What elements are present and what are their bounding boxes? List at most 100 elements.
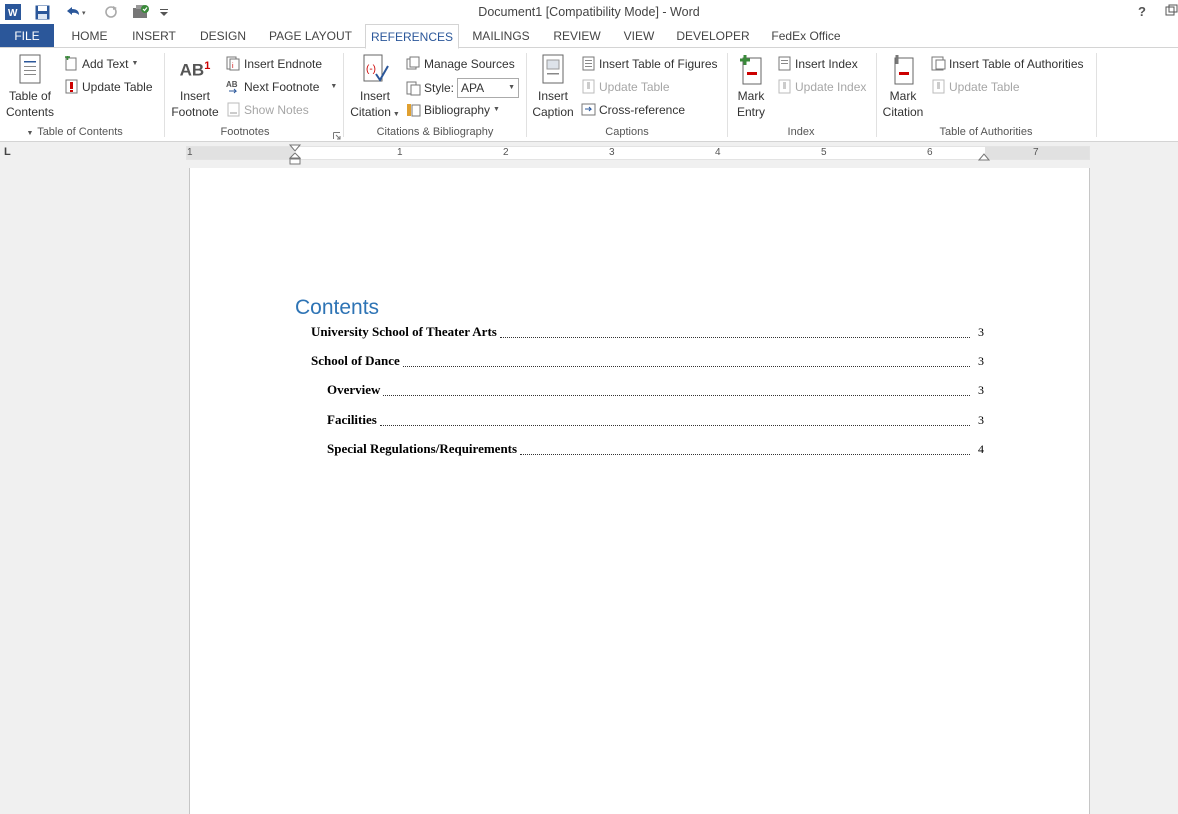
group-label-footnotes: Footnotes [220, 126, 270, 138]
table-of-contents-icon [19, 54, 41, 84]
tab-selector[interactable]: L [4, 146, 11, 158]
bibliography-icon [407, 104, 421, 117]
document-page[interactable]: Contents University School of Theater Ar… [189, 168, 1090, 814]
group-label-captions: Captions [605, 126, 649, 138]
ruler-number: 2 [503, 147, 509, 158]
footnotes-dialog-launcher-icon[interactable] [333, 129, 341, 143]
tab-review[interactable]: REVIEW [547, 24, 607, 48]
indent-marker-icon[interactable] [288, 144, 302, 169]
update-table-authorities-button[interactable]: Update Table [931, 79, 1020, 94]
bibliography-button[interactable]: Bibliography ▼ [406, 102, 500, 117]
update-table-button[interactable]: Update Table [64, 79, 153, 94]
insert-table-of-figures-icon [582, 56, 595, 71]
group-separator [164, 53, 165, 137]
mark-entry-button[interactable]: Mark Entry [731, 54, 771, 120]
show-notes-label: Show Notes [244, 102, 309, 117]
ruler-left-margin [187, 147, 294, 159]
insert-index-label: Insert Index [795, 56, 858, 71]
insert-table-of-authorities-button[interactable]: Insert Table of Authorities [931, 56, 1084, 71]
group-separator [1096, 53, 1097, 137]
tab-references[interactable]: REFERENCES [365, 24, 459, 49]
toc-entry[interactable]: School of Dance 3 [311, 353, 984, 369]
update-table-figures-button[interactable]: Update Table [581, 79, 670, 94]
style-icon [406, 81, 421, 95]
insert-footnote-icon: AB1 [179, 60, 211, 80]
add-text-button[interactable]: Add Text ▼ [64, 56, 138, 71]
insert-citation-line2: Citation [350, 105, 391, 119]
insert-table-of-figures-label: Insert Table of Figures [599, 56, 718, 71]
insert-footnote-button[interactable]: AB1 Insert Footnote [169, 58, 221, 120]
mark-entry-icon [740, 55, 762, 85]
mark-citation-line1: Mark [889, 89, 917, 103]
toc-label-line2: Contents [5, 105, 55, 119]
right-indent-marker-icon[interactable] [977, 150, 991, 164]
group-separator [526, 53, 527, 137]
tab-design[interactable]: DESIGN [192, 24, 254, 48]
tab-mailings[interactable]: MAILINGS [466, 24, 536, 48]
toc-leader [402, 355, 970, 367]
group-label-citations: Citations & Bibliography [376, 126, 494, 138]
insert-caption-icon [542, 54, 564, 84]
restore-icon[interactable] [1165, 4, 1178, 20]
update-table-icon [65, 79, 78, 94]
ruler-number: 3 [609, 147, 615, 158]
insert-caption-line1: Insert [537, 89, 568, 103]
bibliography-label: Bibliography [424, 102, 491, 117]
style-control: Style: APA ▼ [406, 78, 520, 98]
insert-endnote-button[interactable]: i Insert Endnote [226, 56, 322, 71]
mark-citation-button[interactable]: Mark Citation [880, 54, 926, 120]
next-footnote-icon: AB [226, 80, 238, 94]
update-index-label: Update Index [795, 79, 867, 94]
tab-developer[interactable]: DEVELOPER [672, 24, 754, 48]
toc-entry-page: 4 [978, 442, 984, 456]
style-value: APA [461, 81, 485, 95]
toc-entry-text: School of Dance [311, 353, 400, 368]
style-dropdown[interactable]: APA ▼ [457, 78, 520, 98]
mark-citation-icon [894, 55, 914, 85]
update-table-icon [582, 79, 595, 94]
mark-entry-line1: Mark [737, 89, 765, 103]
window-title: Document1 [Compatibility Mode] - Word [478, 5, 700, 19]
manage-sources-label: Manage Sources [424, 56, 515, 71]
cross-reference-label: Cross-reference [599, 102, 686, 117]
manage-sources-button[interactable]: Manage Sources [406, 56, 515, 71]
chevron-down-icon: ▼ [508, 84, 516, 91]
tab-fedex-office[interactable]: FedEx Office [764, 24, 848, 48]
insert-caption-button[interactable]: Insert Caption [530, 54, 576, 120]
svg-text:AB: AB [226, 80, 238, 89]
toc-leader [379, 414, 970, 426]
toc-entry-text: University School of Theater Arts [311, 324, 497, 339]
toc-entry-text: Facilities [327, 412, 377, 427]
tab-file[interactable]: FILE [0, 24, 54, 48]
toc-entry-page: 3 [978, 413, 984, 427]
ruler-number: 6 [927, 147, 933, 158]
cross-reference-button[interactable]: Cross-reference [581, 102, 685, 117]
next-footnote-button[interactable]: AB Next Footnote ▼ [226, 79, 337, 94]
toc-leader [499, 326, 970, 338]
insert-citation-button[interactable]: (-) Insert Citation ▼ [347, 54, 403, 123]
group-separator [876, 53, 877, 137]
insert-table-of-figures-button[interactable]: Insert Table of Figures [581, 56, 718, 71]
insert-footnote-line2: Footnote [171, 105, 219, 119]
ruler-area: L 1 1 2 3 4 5 6 7 [0, 142, 1178, 165]
show-notes-button[interactable]: Show Notes [226, 102, 309, 117]
tab-view[interactable]: VIEW [617, 24, 661, 48]
help-button[interactable]: ? [1138, 4, 1146, 19]
tab-home[interactable]: HOME [62, 24, 117, 48]
toc-entry[interactable]: Special Regulations/Requirements 4 [327, 441, 984, 457]
tab-insert[interactable]: INSERT [126, 24, 182, 48]
toc-entry[interactable]: Facilities 3 [327, 412, 984, 428]
ruler-number: 1 [397, 147, 403, 158]
toc-entry[interactable]: Overview 3 [327, 382, 984, 398]
update-index-button[interactable]: Update Index [777, 79, 866, 94]
horizontal-ruler[interactable]: 1 1 2 3 4 5 6 7 [186, 146, 1090, 160]
group-label-authorities: Table of Authorities [939, 126, 1033, 138]
ruler-number: 4 [715, 147, 721, 158]
insert-index-button[interactable]: Insert Index [777, 56, 858, 71]
toc-entry-page: 3 [978, 354, 984, 368]
tab-page-layout[interactable]: PAGE LAYOUT [264, 24, 357, 48]
add-text-icon [65, 56, 77, 71]
toc-entry[interactable]: University School of Theater Arts 3 [311, 324, 984, 340]
toc-entry-text: Overview [327, 382, 381, 397]
add-text-label: Add Text [82, 56, 129, 71]
